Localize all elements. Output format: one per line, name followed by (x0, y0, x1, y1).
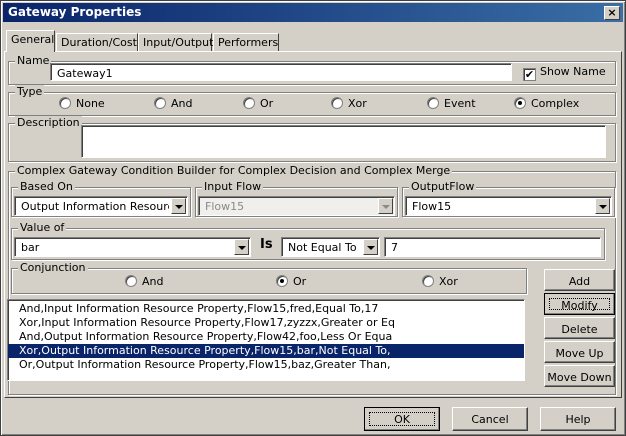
output-flow-dropdown[interactable]: Flow15 (405, 196, 612, 216)
based-on-legend: Based On (18, 180, 75, 193)
tab-label: Duration/Cost (61, 36, 137, 49)
type-radio-and[interactable]: And (154, 97, 192, 110)
value-of-value: bar (21, 241, 40, 254)
move-down-button[interactable]: Move Down (544, 365, 615, 387)
chevron-down-icon[interactable] (363, 239, 378, 255)
value-of-group: Value of bar Is Not Equal To 7 (11, 221, 605, 260)
modify-button[interactable]: Modify (544, 293, 615, 315)
radio-label: None (76, 97, 105, 110)
radio-label: And (142, 275, 164, 288)
radio-icon (59, 97, 71, 109)
chevron-down-icon[interactable] (378, 198, 393, 214)
help-button[interactable]: Help (540, 407, 616, 431)
show-name-label: Show Name (540, 65, 606, 78)
list-item[interactable]: Xor,Input Information Resource Property,… (8, 316, 524, 330)
window-title: Gateway Properties (8, 5, 142, 19)
conjunction-radio-xor[interactable]: Xor (422, 275, 458, 288)
list-item-selected[interactable]: Xor,Output Information Resource Property… (8, 344, 524, 358)
conjunction-radio-or[interactable]: Or (276, 275, 306, 288)
condition-list[interactable]: And,Input Information Resource Property,… (7, 299, 525, 381)
tab-label: Input/Output (143, 36, 214, 49)
radio-icon (243, 97, 255, 109)
type-legend: Type (15, 85, 45, 98)
gateway-properties-dialog: Gateway Properties × General Duration/Co… (0, 0, 626, 436)
operator-value: Not Equal To (288, 241, 357, 254)
compare-value-input[interactable]: 7 (384, 237, 601, 257)
ok-button[interactable]: OK (364, 407, 440, 431)
type-radio-event[interactable]: Event (427, 97, 476, 110)
chevron-down-icon[interactable] (171, 198, 186, 214)
close-button[interactable]: × (604, 6, 620, 20)
chevron-down-icon[interactable] (595, 198, 610, 214)
radio-selected-icon (276, 275, 288, 287)
type-radio-or[interactable]: Or (243, 97, 273, 110)
move-up-button[interactable]: Move Up (544, 341, 615, 363)
radio-label: Or (260, 97, 274, 110)
radio-icon (125, 275, 137, 287)
description-input[interactable] (81, 125, 606, 158)
type-radio-complex[interactable]: Complex (514, 97, 579, 110)
is-label: Is (260, 237, 273, 252)
based-on-dropdown[interactable]: Output Information Resource Pro (14, 196, 188, 216)
radio-label: Xor (348, 97, 367, 110)
type-group: Type None And Or Xor Event Complex (8, 85, 616, 116)
tab-input-output[interactable]: Input/Output (138, 33, 214, 52)
type-radio-xor[interactable]: Xor (331, 97, 367, 110)
delete-button[interactable]: Delete (544, 317, 615, 339)
show-name-checkbox[interactable]: ✔ Show Name (523, 65, 606, 81)
conjunction-group: Conjunction And Or Xor (11, 261, 527, 294)
tab-label: Performers (218, 36, 279, 49)
radio-label: Event (444, 97, 476, 110)
tab-performers[interactable]: Performers (213, 33, 279, 52)
add-button[interactable]: Add (544, 269, 615, 291)
list-item[interactable]: And,Output Information Resource Property… (8, 330, 524, 344)
based-on-group: Based On Output Information Resource Pro (11, 180, 191, 217)
input-flow-legend: Input Flow (202, 180, 264, 193)
value-of-legend: Value of (18, 221, 67, 234)
name-input[interactable]: Gateway1 (50, 63, 512, 81)
tab-duration-cost[interactable]: Duration/Cost (56, 33, 138, 52)
title-bar[interactable]: Gateway Properties × (3, 3, 623, 22)
radio-icon (427, 97, 439, 109)
radio-label: Xor (439, 275, 458, 288)
list-item[interactable]: Or,Output Information Resource Property,… (8, 358, 524, 372)
conjunction-radio-and[interactable]: And (125, 275, 163, 288)
type-radio-none[interactable]: None (59, 97, 105, 110)
radio-label: Or (293, 275, 307, 288)
output-flow-legend: OutputFlow (409, 180, 477, 193)
tab-label: General (11, 33, 55, 46)
radio-icon (331, 97, 343, 109)
radio-label: And (171, 97, 193, 110)
description-legend: Description (15, 116, 82, 129)
checkmark-icon: ✔ (523, 68, 536, 81)
builder-legend: Complex Gateway Condition Builder for Co… (15, 164, 453, 177)
output-flow-value: Flow15 (412, 200, 452, 213)
chevron-down-icon[interactable] (234, 239, 249, 255)
input-flow-dropdown[interactable]: Flow15 (198, 196, 395, 216)
name-group: Name Gateway1 ✔ Show Name (8, 54, 616, 85)
name-legend: Name (15, 54, 52, 67)
list-item[interactable]: And,Input Information Resource Property,… (8, 302, 524, 316)
tab-general[interactable]: General (6, 30, 55, 52)
radio-icon (154, 97, 166, 109)
based-on-value: Output Information Resource Pro (21, 200, 169, 213)
output-flow-group: OutputFlow Flow15 (402, 180, 615, 217)
close-icon: × (607, 6, 617, 19)
radio-icon (422, 275, 434, 287)
value-of-dropdown[interactable]: bar (14, 237, 251, 257)
input-flow-value: Flow15 (205, 200, 245, 213)
description-group: Description (8, 116, 616, 162)
radio-selected-icon (514, 97, 526, 109)
cancel-button[interactable]: Cancel (452, 407, 528, 431)
operator-dropdown[interactable]: Not Equal To (281, 237, 380, 257)
conjunction-legend: Conjunction (18, 261, 88, 274)
radio-label: Complex (531, 97, 580, 110)
input-flow-group: Input Flow Flow15 (195, 180, 398, 217)
